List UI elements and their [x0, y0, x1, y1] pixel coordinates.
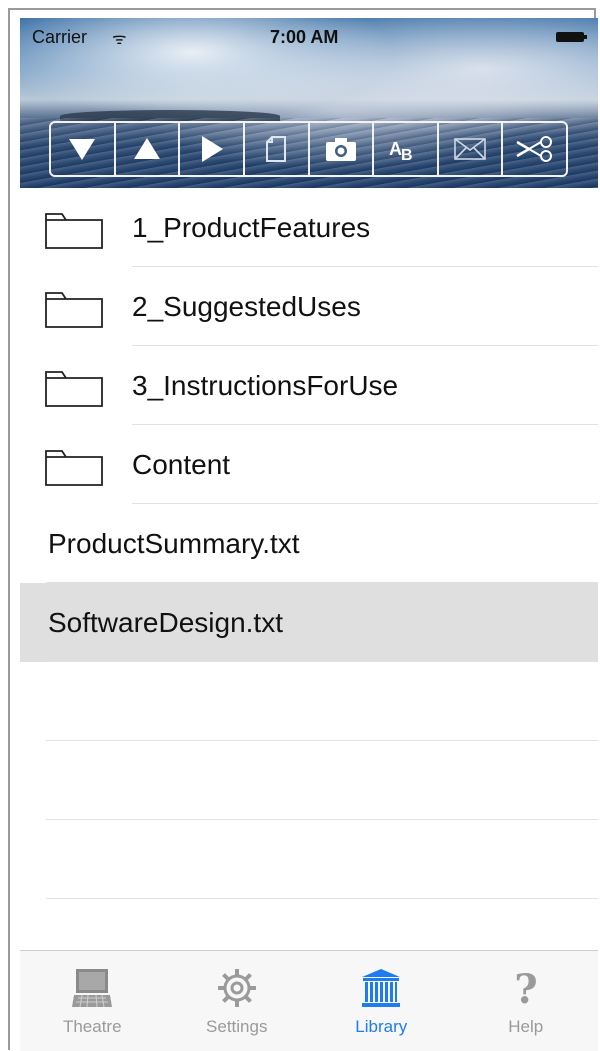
empty-row	[20, 820, 598, 899]
folder-label: 1_ProductFeatures	[132, 212, 371, 243]
status-bar: Carrier ᯤ 7:00 AM	[20, 18, 598, 58]
svg-text:?: ?	[514, 967, 537, 1009]
app-screen: Carrier ᯤ 7:00 AM AB 1_ProductFeatures 2…	[20, 18, 598, 1051]
file-label: ProductSummary.txt	[48, 528, 300, 559]
tab-help[interactable]: ? Help	[454, 951, 599, 1051]
page-up-button[interactable]	[116, 123, 181, 175]
page-down-button[interactable]	[51, 123, 116, 175]
scissors-icon	[516, 136, 552, 162]
cut-button[interactable]	[503, 123, 566, 175]
folder-label: Content	[132, 449, 231, 480]
email-button[interactable]	[439, 123, 504, 175]
folder-icon	[45, 213, 103, 249]
tab-label: Theatre	[62, 1017, 122, 1036]
battery-icon	[556, 32, 587, 42]
tab-bar: Theatre Settings Library ? Help	[20, 950, 598, 1051]
question-icon: ?	[514, 967, 537, 1009]
tab-settings[interactable]: Settings	[165, 951, 310, 1051]
folder-icon	[45, 292, 103, 328]
triangle-up-icon	[133, 138, 160, 159]
list-item[interactable]: 2_SuggestedUses	[20, 267, 598, 346]
folder-icon	[45, 371, 103, 407]
play-icon	[201, 136, 223, 162]
triangle-down-icon	[69, 139, 96, 160]
list-item[interactable]: 1_ProductFeatures	[20, 188, 598, 267]
folder-label: 2_SuggestedUses	[132, 291, 361, 322]
carrier-label: Carrier	[32, 27, 88, 47]
list-item[interactable]: 3_InstructionsForUse	[20, 346, 598, 425]
library-icon	[362, 969, 401, 1007]
list-item[interactable]: ProductSummary.txt	[20, 504, 598, 583]
document-icon	[266, 136, 287, 162]
mail-icon	[454, 138, 486, 160]
gear-icon	[217, 969, 256, 1007]
header-background: Carrier ᯤ 7:00 AM AB	[20, 18, 598, 188]
wifi-icon: ᯤ	[112, 31, 127, 48]
toolbar: AB	[49, 121, 568, 177]
list-item-selected[interactable]: SoftwareDesign.txt	[20, 583, 598, 662]
file-label: SoftwareDesign.txt	[48, 607, 283, 638]
library-list: 1_ProductFeatures 2_SuggestedUses 3_Inst…	[20, 188, 598, 899]
camera-button[interactable]	[310, 123, 375, 175]
tab-label: Help	[508, 1017, 544, 1036]
tab-label: Settings	[206, 1017, 268, 1036]
folder-icon	[45, 450, 103, 486]
folder-label: 3_InstructionsForUse	[132, 370, 399, 401]
tab-label: Library	[355, 1017, 408, 1036]
tab-theatre[interactable]: Theatre	[20, 951, 165, 1051]
svg-text:B: B	[401, 147, 413, 163]
theatre-icon	[72, 969, 113, 1008]
empty-row	[20, 741, 598, 820]
new-document-button[interactable]	[245, 123, 310, 175]
empty-row	[20, 662, 598, 741]
camera-icon	[325, 138, 356, 161]
play-button[interactable]	[180, 123, 245, 175]
list-item[interactable]: Content	[20, 425, 598, 504]
tab-library[interactable]: Library	[309, 951, 454, 1051]
clock: 7:00 AM	[270, 27, 339, 47]
font-size-icon: AB	[389, 139, 413, 163]
font-size-button[interactable]: AB	[374, 123, 439, 175]
